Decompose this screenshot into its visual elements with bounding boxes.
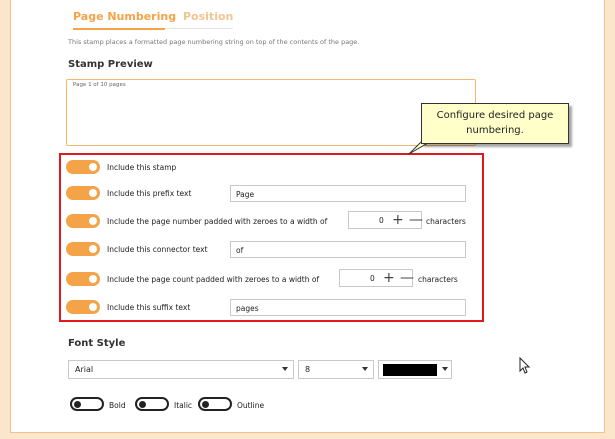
active-tab-indicator — [73, 28, 165, 30]
stamp-preview-box: Page 1 of 10 pages — [66, 79, 476, 146]
font-size-value: 8 — [305, 365, 311, 374]
callout-line-2: numbering. — [466, 125, 524, 136]
bold-label: Bold — [109, 401, 126, 410]
outline-toggle[interactable] — [198, 397, 232, 411]
mouse-cursor-icon — [519, 357, 531, 374]
font-color-picker[interactable] — [378, 360, 452, 379]
italic-toggle[interactable] — [135, 397, 169, 411]
font-family-value: Arial — [75, 365, 94, 374]
font-style-heading: Font Style — [68, 338, 126, 349]
tab-position[interactable]: Position — [183, 10, 233, 23]
callout-line-1: Configure desired page — [436, 110, 554, 121]
chevron-down-icon — [362, 367, 368, 371]
outline-label: Outline — [237, 401, 265, 410]
font-size-select[interactable]: 8 — [298, 360, 374, 379]
stamp-preview-text: Page 1 of 10 pages — [73, 82, 126, 88]
italic-label: Italic — [174, 401, 193, 410]
stamp-preview-heading: Stamp Preview — [68, 59, 153, 70]
callout-tooltip: Configure desired page numbering. — [421, 103, 569, 144]
bold-toggle[interactable] — [70, 397, 104, 411]
color-swatch — [383, 364, 437, 376]
chevron-down-icon — [442, 367, 448, 371]
stamp-description: This stamp places a formatted page numbe… — [68, 38, 360, 46]
options-highlight-box — [59, 153, 484, 322]
tab-page-numbering[interactable]: Page Numbering — [73, 10, 176, 23]
font-family-select[interactable]: Arial — [68, 360, 294, 379]
chevron-down-icon — [282, 367, 288, 371]
stamp-settings-panel: Page Numbering Position This stamp place… — [10, 0, 605, 433]
tab-bar: Page Numbering Position — [73, 9, 233, 30]
